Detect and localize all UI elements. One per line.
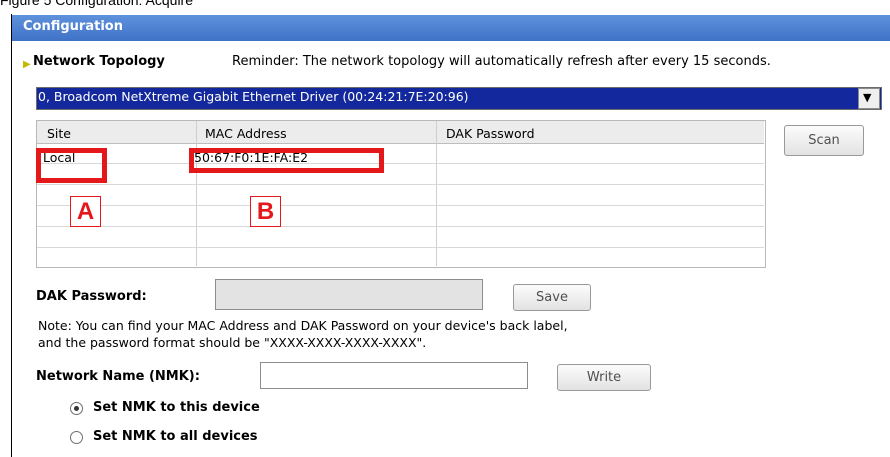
dak-password-label: DAK Password: <box>36 289 147 304</box>
radio-label-this-device[interactable]: Set NMK to this device <box>93 400 260 415</box>
nmk-label: Network Name (NMK): <box>36 369 200 384</box>
chevron-down-icon: ▼ <box>863 91 872 104</box>
row-divider <box>37 226 764 227</box>
row-divider <box>37 247 764 248</box>
figure-caption-text: Figure 5 Configuration: Acquire <box>0 0 193 8</box>
panel-title: Configuration <box>23 19 123 34</box>
column-divider <box>436 121 437 266</box>
panel-header <box>12 15 890 41</box>
note-line-2: and the password format should be "XXXX-… <box>38 335 427 350</box>
figure-caption: Figure 5 Configuration: Acquire <box>0 0 890 8</box>
callout-label-b: B <box>250 196 281 227</box>
section-title: Network Topology <box>33 54 165 69</box>
row-divider <box>37 205 764 206</box>
dak-password-input[interactable] <box>215 279 483 310</box>
row-divider <box>37 184 764 185</box>
nmk-input[interactable] <box>260 362 528 389</box>
note-line-1: Note: You can find your MAC Address and … <box>38 318 568 333</box>
table-header <box>37 121 764 144</box>
dropdown-button[interactable]: ▼ <box>858 88 880 109</box>
row-divider <box>37 163 764 164</box>
radio-all-devices[interactable] <box>70 431 83 444</box>
radio-label-all-devices[interactable]: Set NMK to all devices <box>93 429 258 444</box>
column-header-mac[interactable]: MAC Address <box>205 126 287 141</box>
column-divider <box>196 121 197 266</box>
arrow-right-icon: ▶ <box>23 59 31 70</box>
column-header-dak[interactable]: DAK Password <box>446 126 535 141</box>
callout-box-a <box>36 148 107 183</box>
write-button[interactable]: Write <box>557 364 651 391</box>
callout-box-b <box>189 148 384 173</box>
radio-this-device[interactable] <box>70 402 83 415</box>
callout-label-a: A <box>70 196 101 227</box>
scan-button[interactable]: Scan <box>784 125 864 156</box>
radio-selected-dot <box>74 406 79 411</box>
save-button[interactable]: Save <box>513 284 591 311</box>
refresh-reminder: Reminder: The network topology will auto… <box>232 54 771 69</box>
adapter-select-value[interactable]: 0, Broadcom NetXtreme Gigabit Ethernet D… <box>36 89 469 104</box>
column-header-site[interactable]: Site <box>47 126 71 141</box>
